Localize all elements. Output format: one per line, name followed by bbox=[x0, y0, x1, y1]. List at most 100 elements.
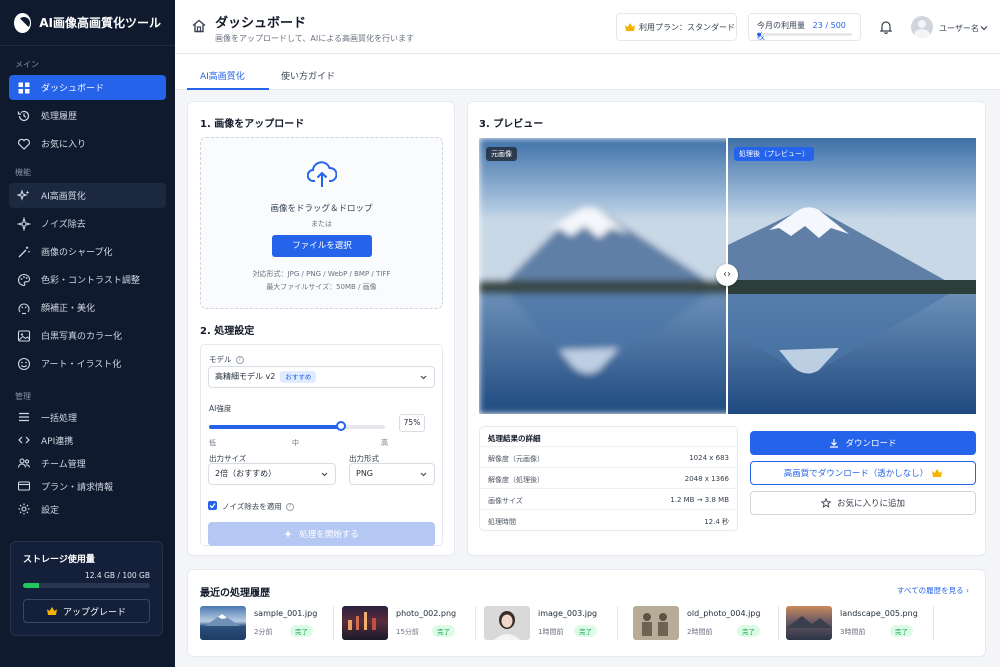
start-processing-button[interactable]: 処理を開始する bbox=[208, 522, 435, 546]
history-item[interactable]: sample_001.jpg 2分前 完了 bbox=[200, 606, 330, 640]
strength-slider-thumb[interactable] bbox=[336, 421, 346, 431]
username[interactable]: ユーザー名 bbox=[939, 23, 979, 34]
strength-slider[interactable] bbox=[209, 421, 385, 431]
result-details: 処理結果の詳細 解像度（元画像） 1024 x 683 解像度（処理後） 2048 … bbox=[479, 426, 738, 531]
sidebar-item-label: 設定 bbox=[41, 505, 60, 516]
tab-ai-upscale[interactable]: AI高画質化 bbox=[200, 69, 245, 82]
sidebar-item[interactable]: ノイズ除去 bbox=[9, 211, 166, 236]
history-filename: sample_001.jpg bbox=[254, 609, 318, 618]
drop-instruction: 画像をドラッグ＆ドロップ bbox=[270, 204, 373, 214]
crown-icon bbox=[625, 23, 635, 31]
model-select[interactable]: 高精細モデル v2 おすすめ bbox=[208, 366, 435, 388]
nav-heading: メイン bbox=[15, 60, 39, 69]
sidebar-item[interactable]: API連携 bbox=[9, 430, 166, 450]
upgrade-button[interactable]: アップグレード bbox=[23, 599, 150, 623]
history-item[interactable]: old_photo_004.jpg 2時間前 完了 bbox=[633, 606, 773, 640]
add-favorite-label: お気に入りに追加 bbox=[836, 499, 905, 509]
sidebar-item[interactable]: 処理履歴 bbox=[9, 103, 166, 128]
landscape-thumbnail-icon bbox=[786, 616, 832, 628]
team-icon bbox=[17, 458, 31, 468]
detail-row: 処理時間 12.4 秒 bbox=[480, 509, 737, 529]
preview-card: 3. プレビュー 元画像 処理後（プレビュー） ‹› 処理結果の詳細 解像度（元… bbox=[467, 101, 986, 556]
detail-row: 解像度（元画像） 1024 x 683 bbox=[480, 446, 737, 466]
tab-guide[interactable]: 使い方ガイド bbox=[281, 69, 335, 82]
history-filename: old_photo_004.jpg bbox=[687, 609, 761, 618]
download-hq-label: 高画質でダウンロード（透かしなし） bbox=[783, 469, 929, 479]
detail-value: 2048 x 1366 bbox=[684, 475, 729, 483]
strength-value[interactable]: 75% bbox=[399, 414, 425, 432]
compare-handle-icon[interactable]: ‹› bbox=[716, 264, 738, 286]
sidebar-item[interactable]: チーム管理 bbox=[9, 453, 166, 473]
before-after-preview[interactable]: 元画像 処理後（プレビュー） ‹› bbox=[479, 138, 976, 414]
history-item[interactable]: landscape_005.png 3時間前 完了 bbox=[786, 606, 926, 640]
detail-value: 12.4 秒 bbox=[704, 518, 729, 526]
tick-high: 高 bbox=[381, 439, 388, 447]
sidebar-item[interactable]: お気に入り bbox=[9, 131, 166, 156]
portrait-thumbnail-icon bbox=[494, 611, 520, 640]
recommended-badge: おすすめ bbox=[280, 371, 317, 383]
select-file-button[interactable]: ファイルを選択 bbox=[272, 235, 372, 257]
cityscape-thumbnail-icon bbox=[348, 612, 376, 630]
sidebar-item[interactable]: 設定 bbox=[9, 499, 166, 519]
see-all-history-link[interactable]: すべての履歴を見る › bbox=[897, 585, 969, 596]
history-item[interactable]: photo_002.png 15分前 完了 bbox=[342, 606, 472, 640]
sidebar-item-label: 処理履歴 bbox=[41, 112, 78, 122]
noise-checkbox[interactable] bbox=[208, 501, 217, 510]
help-icon[interactable]: ? bbox=[235, 356, 244, 364]
chevron-down-icon[interactable] bbox=[980, 24, 988, 32]
download-button[interactable]: ダウンロード bbox=[750, 431, 976, 455]
bell-icon[interactable] bbox=[879, 20, 893, 34]
page-subtitle: 画像をアップロードして、AIによる高画質化を行います bbox=[215, 34, 414, 43]
status-badge: 完了 bbox=[432, 625, 455, 637]
sidebar-item[interactable]: 色彩・コントラスト調整 bbox=[9, 267, 166, 292]
nav-section: 機能 AI高画質化 ノイズ除去 画像のシャープ化 色彩・コントラスト調整 顔補正・美化 白黒… bbox=[0, 163, 175, 379]
sidebar-item-label: AI高画質化 bbox=[41, 192, 86, 202]
sidebar-item-label: 顔補正・美化 bbox=[41, 304, 96, 314]
crown-icon bbox=[932, 469, 943, 477]
history-filename: photo_002.png bbox=[396, 609, 457, 618]
plan-chip[interactable]: 利用プラン：スタンダード bbox=[616, 13, 737, 41]
sidebar-item-label: API連携 bbox=[41, 436, 74, 447]
sidebar-item[interactable]: 顔補正・美化 bbox=[9, 295, 166, 320]
sidebar-item-label: お気に入り bbox=[41, 140, 87, 150]
check-icon bbox=[209, 503, 216, 509]
home-icon[interactable] bbox=[191, 18, 207, 34]
chevron-down-icon bbox=[420, 375, 427, 380]
sidebar-item[interactable]: AI高画質化 bbox=[9, 183, 166, 208]
brand[interactable]: AI画像高画質化ツール bbox=[0, 0, 175, 46]
thumbnail bbox=[484, 606, 530, 640]
output-size-select[interactable]: 2倍（おすすめ） bbox=[208, 463, 336, 485]
history-item[interactable]: image_003.jpg 1時間前 完了 bbox=[484, 606, 614, 640]
avatar[interactable] bbox=[911, 16, 933, 38]
upload-settings-card: 1. 画像をアップロード 画像をドラッグ＆ドロップ または ファイルを選択 対応… bbox=[187, 101, 455, 556]
sidebar-item[interactable]: ダッシュボード bbox=[9, 75, 166, 100]
sidebar-item[interactable]: アート・イラスト化 bbox=[9, 351, 166, 376]
history-separator bbox=[333, 606, 334, 640]
sidebar-item[interactable]: 画像のシャープ化 bbox=[9, 239, 166, 264]
upload-dropzone[interactable]: 画像をドラッグ＆ドロップ または ファイルを選択 対応形式：JPG / PNG … bbox=[200, 137, 443, 309]
face-icon bbox=[18, 302, 30, 314]
output-format-value: PNG bbox=[356, 469, 374, 478]
billing-icon bbox=[17, 481, 31, 491]
tick-low: 低 bbox=[209, 439, 216, 447]
output-format-select[interactable]: PNG bbox=[349, 463, 435, 485]
usage-progress-fill bbox=[757, 33, 762, 36]
heart-icon bbox=[18, 138, 30, 150]
palette-icon bbox=[18, 273, 31, 286]
sidebar: AI画像高画質化ツール メイン ダッシュボード 処理履歴 お気に入り 機能 AI高画質化ノ… bbox=[0, 0, 175, 667]
top-header: ダッシュボード 画像をアップロードして、AIによる高画質化を行います 利用プラン… bbox=[175, 0, 1000, 54]
detail-row: 画像サイズ 1.2 MB → 3.8 MB bbox=[480, 488, 737, 508]
sidebar-item[interactable]: プラン・請求情報 bbox=[9, 476, 166, 496]
add-favorite-button[interactable]: お気に入りに追加 bbox=[750, 491, 976, 515]
download-hq-button[interactable]: 高画質でダウンロード（透かしなし） bbox=[750, 461, 976, 485]
strength-label: AI強度 bbox=[209, 404, 232, 413]
usage-progress-bar bbox=[757, 33, 852, 36]
help-icon[interactable]: ? bbox=[285, 503, 294, 511]
sidebar-item[interactable]: 白黒写真のカラー化 bbox=[9, 323, 166, 348]
sidebar-item[interactable]: 一括処理 bbox=[9, 407, 166, 427]
detail-key: 解像度（処理後） bbox=[488, 476, 544, 484]
sparkle-small-icon bbox=[17, 216, 31, 231]
grid-icon bbox=[18, 82, 30, 93]
noise-label[interactable]: ノイズ除去を適用? bbox=[222, 501, 294, 512]
api-icon bbox=[18, 436, 30, 444]
